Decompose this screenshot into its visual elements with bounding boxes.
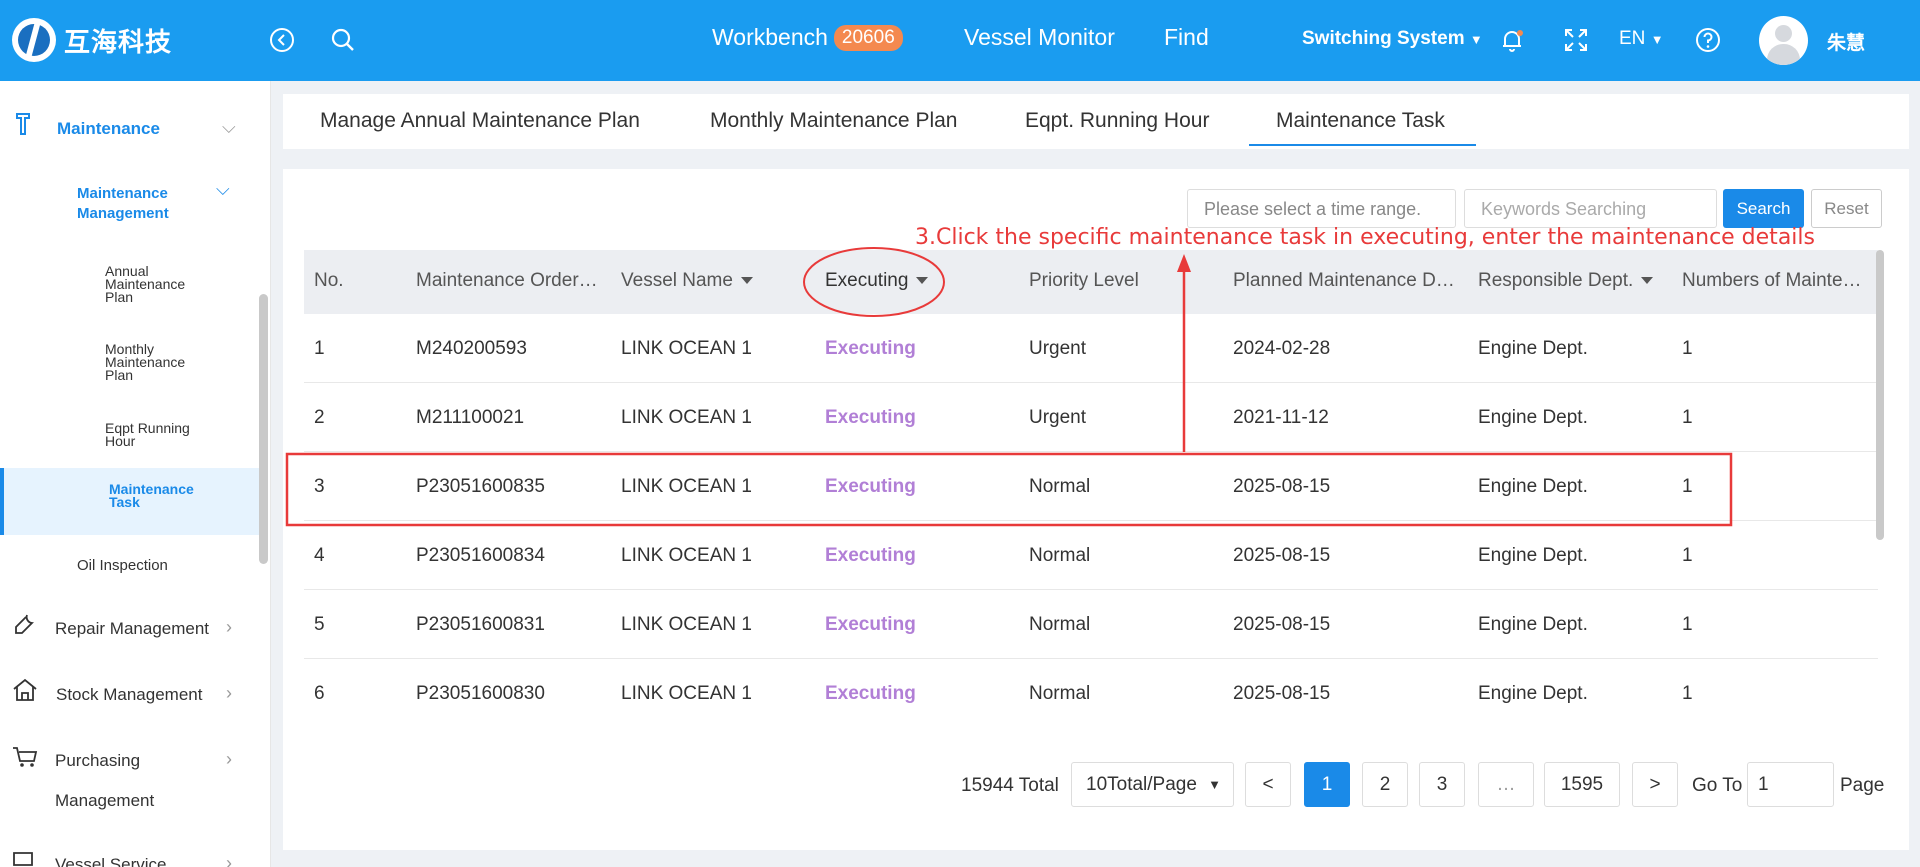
page-size-select[interactable]: 10Total/Page ▼ — [1071, 762, 1234, 807]
total-count: 15944 Total — [961, 775, 1059, 796]
chevron-down-icon: ▼ — [1208, 777, 1221, 792]
annotation-text: 3.Click the specific maintenance task in… — [915, 225, 1815, 250]
prev-page-button[interactable]: < — [1245, 762, 1291, 807]
page-button[interactable]: 2 — [1362, 762, 1408, 807]
page-label: Page — [1840, 775, 1885, 796]
annotation-overlay — [285, 247, 1733, 527]
goto-label: Go To — [1692, 775, 1743, 796]
page-ellipsis[interactable]: … — [1478, 762, 1534, 807]
page-size-value: 10Total/Page — [1086, 774, 1197, 795]
arrow-head-icon — [1177, 254, 1191, 272]
status-highlight-ellipse — [803, 247, 945, 317]
next-page-button[interactable]: > — [1632, 762, 1678, 807]
goto-page-input[interactable]: 1 — [1747, 762, 1834, 807]
page-button[interactable]: 3 — [1419, 762, 1465, 807]
page-button[interactable]: 1595 — [1544, 762, 1620, 807]
row-highlight-box — [285, 452, 1733, 527]
page-button[interactable]: 1 — [1304, 762, 1350, 807]
